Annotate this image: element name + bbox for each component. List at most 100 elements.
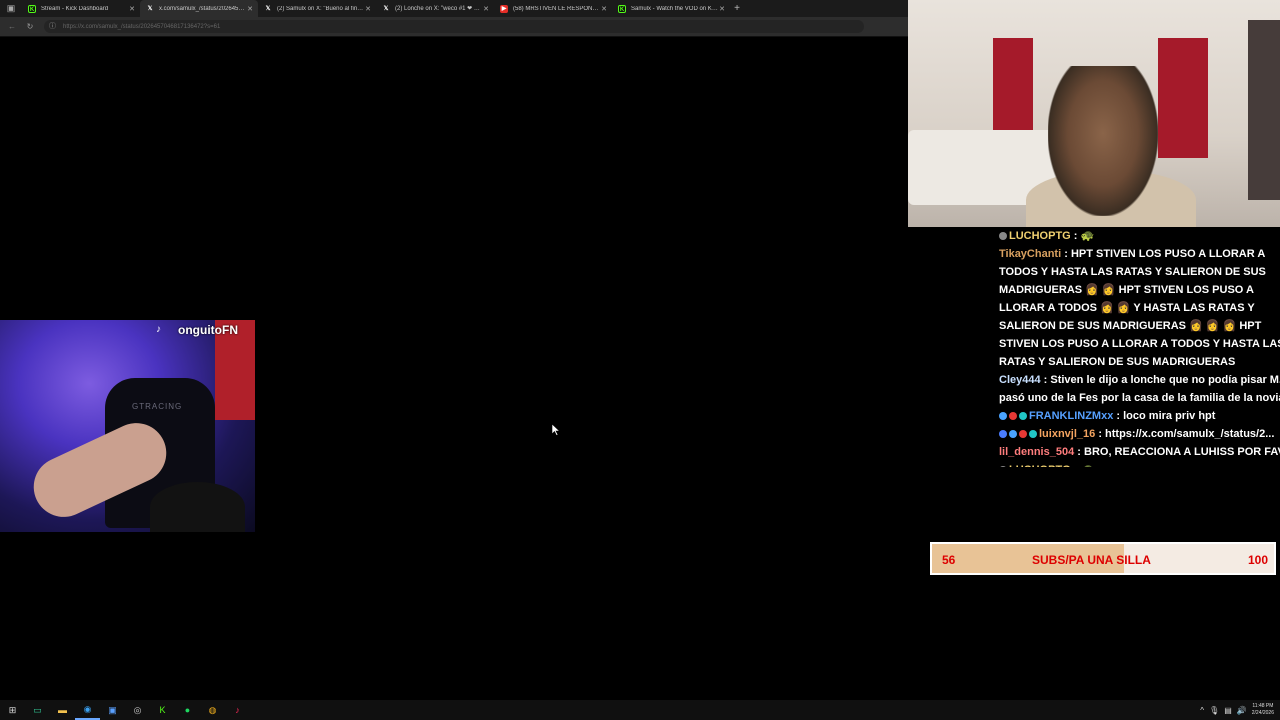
chat-text: HPT STIVEN LOS PUSO A LLORAR A TODOS Y H… (999, 248, 1280, 368)
chat-badge-icon (999, 232, 1007, 241)
browser-tab[interactable]: K Stream - Kick Dashboard ✕ (22, 0, 140, 17)
address-bar-row: ← ↻ ⓘ https://x.com/samulx_/status/20264… (0, 17, 908, 37)
tray-overflow-icon[interactable]: ^ (1200, 706, 1204, 715)
taskbar-icons: ⊞ ▭ ▬ ◉ ▣ ◎ K ● ◍ ♪ (0, 700, 250, 720)
tab-title: (2) Lonche on X: "weco #1 ❤ D ... (395, 6, 482, 12)
close-tab-icon[interactable]: ✕ (600, 5, 608, 13)
back-arrow-icon[interactable]: ← (6, 22, 18, 31)
sub-goal-bar: 56 SUBS/PA UNA SILLA 100 (930, 542, 1276, 575)
browser-tab[interactable]: K Samulx - Watch the VOD on Kick ✕ (612, 0, 730, 17)
browser-tab[interactable]: 𝕏 (2) Lonche on X: "weco #1 ❤ D ... ✕ (376, 0, 494, 17)
tiktok-icon[interactable]: ♪ (225, 700, 250, 720)
closet (1248, 20, 1280, 200)
kick-favicon-icon: K (28, 4, 36, 13)
chat-message: Cley444 : Stiven le dijo a lonche que no… (999, 371, 1280, 407)
chat-username[interactable]: Cley444 (999, 374, 1041, 386)
chat-separator: : (1113, 410, 1124, 422)
chat-badge-icon (999, 412, 1007, 421)
chat-message: lil_dennis_504 : BRO, REACCIONA A LUHISS… (999, 443, 1280, 461)
goal-current: 56 (942, 553, 956, 567)
chat-separator: : (1061, 248, 1071, 260)
chat-username[interactable]: FRANKLINZMxx (1029, 410, 1113, 422)
chat-badge-icon (1009, 430, 1017, 439)
network-icon[interactable]: ▤ (1224, 706, 1232, 715)
terminal-icon[interactable]: ▭ (25, 700, 50, 720)
browser-tab-strip: ▣ K Stream - Kick Dashboard ✕ 𝕏x.com/samulx… (0, 0, 908, 17)
browser-tab[interactable]: 𝕏 (2) Samulx on X: "Bueno al final t... ✕ (258, 0, 376, 17)
close-tab-icon[interactable]: ✕ (364, 5, 372, 13)
clock-date: 2/24/2026 (1251, 710, 1274, 716)
browser-tab[interactable]: 𝕏x.com/samulx_/status/2026457046817...✕ (140, 0, 258, 17)
chat-username[interactable]: TikayChanti (999, 248, 1061, 260)
system-tray: ^ 🎙 ▤ 🔊 11:48 PM 2/24/2026 (1200, 703, 1280, 717)
edge-browser-icon[interactable]: ◉ (75, 700, 100, 720)
mouse-cursor-icon (552, 424, 560, 436)
chat-message: FRANKLINZMxx : loco mira priv hpt (999, 407, 1280, 425)
chat-badge-icon (999, 466, 1007, 467)
tiktok-icon: ♪ (156, 324, 161, 335)
chat-text: loco mira priv hpt (1123, 410, 1216, 422)
chat-separator: : (1074, 446, 1084, 458)
x-favicon-icon: 𝕏 (383, 5, 389, 12)
tab-title: x.com/samulx_/status/2026457046817... (159, 5, 246, 12)
chat-text: BRO, REACCIONA A LUHISS POR FAVOR (1084, 446, 1280, 458)
head (150, 482, 245, 532)
goal-label: SUBS/PA UNA SILLA (1032, 553, 1151, 567)
streamer-webcam (908, 0, 1280, 227)
chat-message: LUCHOPTG : 🐢 (999, 227, 1280, 245)
refresh-icon[interactable]: ↻ (24, 22, 36, 31)
guest-webcam: GTRACING ♪ onguitoFN (0, 320, 255, 532)
file-explorer-icon[interactable]: ▬ (50, 700, 75, 720)
windows-taskbar: ⊞ ▭ ▬ ◉ ▣ ◎ K ● ◍ ♪ ^ 🎙 ▤ 🔊 11:48 PM 2/24/2026 (0, 700, 1280, 720)
chat-message: TikayChanti : HPT STIVEN LOS PUSO A LLOR… (999, 245, 1280, 371)
chat-text: 🐢 (1080, 230, 1095, 242)
chat-message: luixnvjl_16 : https://x.com/samulx_/stat… (999, 425, 1280, 443)
new-tab-button[interactable]: + (730, 3, 744, 14)
microphone-icon[interactable]: 🎙 (1209, 706, 1219, 715)
streamer-face (1048, 66, 1158, 216)
chat-badge-icon (1019, 430, 1027, 439)
store-icon[interactable]: ▣ (100, 700, 125, 720)
chat-username[interactable]: luixnvjl_16 (1039, 428, 1095, 440)
clock[interactable]: 11:48 PM 2/24/2026 (1252, 703, 1274, 717)
chat-username[interactable]: lil_dennis_504 (999, 446, 1074, 458)
chair-logo: GTRACING (132, 402, 183, 411)
browser-tab[interactable]: ▶ (58) MRSTIVEN LE RESPONDE A V...✕ (494, 0, 612, 17)
url-text: https://x.com/samulx_/status/20264570468… (63, 23, 221, 30)
goal-max: 100 (1247, 553, 1268, 567)
chat-text: https://x.com/samulx_/status/2... (1105, 428, 1275, 440)
close-tab-icon[interactable]: ✕ (128, 5, 136, 13)
chat-badge-icon (1019, 412, 1027, 421)
kick-favicon-icon: K (618, 4, 626, 13)
window-menu-icon[interactable]: ▣ (0, 0, 22, 17)
obs-icon[interactable]: ◎ (125, 700, 150, 720)
chat-message: LUCHOPTG : 🐢 (999, 461, 1280, 467)
chat-separator: : (1071, 464, 1081, 467)
close-tab-icon[interactable]: ✕ (482, 5, 490, 13)
close-tab-icon[interactable]: ✕ (246, 5, 254, 13)
url-field[interactable]: ⓘ https://x.com/samulx_/status/202645704… (44, 20, 864, 33)
tab-title: Stream - Kick Dashboard (41, 5, 109, 12)
windows-start-icon[interactable]: ⊞ (0, 700, 25, 720)
chat-username[interactable]: LUCHOPTG (1009, 464, 1071, 467)
volume-icon[interactable]: 🔊 (1237, 706, 1247, 715)
tab-title: (2) Samulx on X: "Bueno al final t... (277, 5, 364, 12)
spotify-icon[interactable]: ● (175, 700, 200, 720)
clock-time: 11:48 PM (1252, 703, 1274, 709)
chat-username[interactable]: LUCHOPTG (1009, 230, 1071, 242)
chat-badge-icon (999, 430, 1007, 439)
kick-icon[interactable]: K (150, 700, 175, 720)
close-tab-icon[interactable]: ✕ (718, 5, 726, 13)
x-favicon-icon: 𝕏 (265, 5, 271, 12)
chat-separator: : (1095, 428, 1106, 440)
chat-overlay: LUCHOPTG : 🐢 TikayChanti : HPT STIVEN LOS… (997, 227, 1280, 467)
tab-title: Samulx - Watch the VOD on Kick (631, 5, 718, 12)
tab-title: (58) MRSTIVEN LE RESPONDE A V... (513, 5, 600, 12)
chat-separator: : (1070, 230, 1081, 242)
tab-list: K Stream - Kick Dashboard ✕ 𝕏x.com/samulx_/… (22, 0, 730, 17)
chat-badge-icon (1009, 412, 1017, 421)
chat-badge-icon (1029, 430, 1037, 439)
site-info-icon[interactable]: ⓘ (49, 23, 57, 31)
chrome-icon[interactable]: ◍ (200, 700, 225, 720)
chat-text: 🐢 (1081, 464, 1095, 467)
